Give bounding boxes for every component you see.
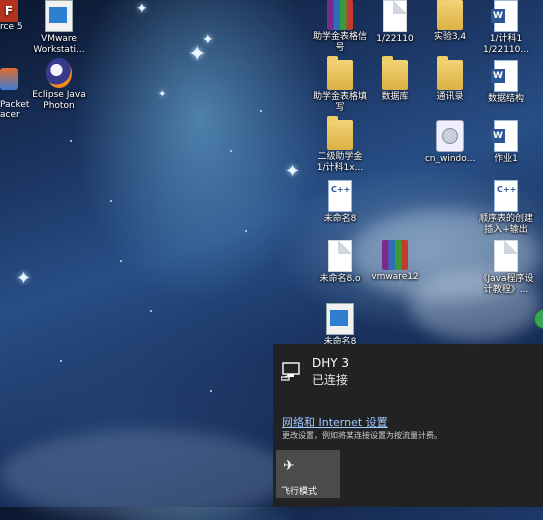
desktop-icon[interactable]: 通讯录 [419,56,481,103]
disc-image-icon [436,120,464,152]
desktop-icon-label: cn_windo... [424,154,476,164]
desktop-icon[interactable]: VMware Workstati... [28,0,90,56]
desktop-icon-label: 顺序表的创建 插入+输出 [478,214,533,235]
packet-tracer-icon [0,68,18,90]
file-icon [328,240,352,272]
eclipse-java-photon-icon [46,58,72,88]
desktop-icon-label: vmware12 [371,272,419,282]
desktop-icon[interactable]: 二级助学金 1/计科1x... [309,116,371,174]
desktop-icon[interactable]: C++ 顺序表的创建 插入+输出 [475,180,537,236]
star-decoration: ✦ [136,1,148,17]
desktop-icon[interactable]: 助学金表格信 号 [309,0,371,54]
star-decoration: ✦ [16,268,32,289]
star-decoration: ✦ [285,161,301,182]
desktop-icon-label: VMware Workstati... [33,34,85,55]
desktop-icon-label: 《Java程序设 计教程》... [478,274,534,295]
desktop-icon[interactable]: cn_windo... [419,120,481,165]
desktop-icon-label: 1/22110 [376,34,414,44]
word-document-icon: W [491,120,518,152]
desktop-icon-partial[interactable]: Packet acer [0,58,29,120]
star-decoration: ✦ [188,42,207,67]
desktop-icon[interactable]: C++ 未命名8 [309,180,371,225]
exe-icon [326,303,354,335]
network-flyout: DHY 3 已连接 网络和 Internet 设置 更改设置，例如将某连接设置为… [273,344,543,507]
folder-icon [437,56,463,90]
network-name: DHY 3 [312,356,350,370]
desktop-icon[interactable]: W 作业1 [475,120,537,165]
network-settings-link[interactable]: 网络和 Internet 设置 [282,414,388,430]
folder-icon [382,56,408,90]
network-entry[interactable]: DHY 3 已连接 [280,356,350,388]
star-decoration: ✦ [158,89,167,100]
desktop-icon[interactable]: vmware12 [364,240,426,283]
vmware-workstation-icon [45,0,73,32]
desktop-icon-label: 实验3,4 [433,32,467,42]
file-icon [494,240,518,272]
folder-icon [327,116,353,150]
cpp-source-icon: C++ [494,180,518,212]
desktop-icon-label: 1/计科1 1/22110... [483,34,529,55]
desktop-icon[interactable]: 助学金表格填 写 [309,56,371,114]
ethernet-icon [280,360,303,382]
desktop-icon-label: 二级助学金 1/计科1x... [316,152,364,173]
airplane-mode-label: 飞行模式 [281,487,318,497]
desktop-icon-label: 数据库 [381,92,409,102]
desktop-icon-label: 未命名8.o [319,274,361,284]
desktop-icon-label: rce 5 [0,22,23,32]
desktop-icon[interactable]: Eclipse Java Photon [28,58,90,112]
desktop-icon[interactable]: 1/22110 [364,0,426,45]
network-settings-description: 更改设置，例如将某连接设置为按流量计费。 [282,431,442,440]
folder-icon [327,56,353,90]
desktop-icon-label: 作业1 [494,154,518,164]
airplane-icon: ✈ [283,458,295,474]
desktop-icon[interactable]: 未命名8 [309,303,371,348]
desktop-icon-partial[interactable]: F rce 5 [0,0,23,32]
cpp-source-icon: C++ [328,180,352,212]
desktop-icon[interactable]: W 数据结构 [475,60,537,105]
desktop-icon-label: 助学金表格信 号 [312,32,367,53]
airplane-mode-toggle[interactable]: ✈ 飞行模式 [276,450,340,498]
network-status: 已连接 [312,373,349,387]
desktop-icon-label: 未命名8 [323,214,357,224]
rar-icon [327,0,353,30]
desktop-icon-label: Packet acer [0,100,30,120]
desktop-icon[interactable]: 《Java程序设 计教程》... [475,240,537,296]
file-icon [383,0,407,32]
word-document-icon: W [491,0,518,32]
desktop-icon[interactable]: 数据库 [364,56,426,103]
desktop-icon[interactable]: W 1/计科1 1/22110... [475,0,537,56]
desktop-icon[interactable]: 未命名8.o [309,240,371,285]
desktop-icon-label: 助学金表格填 写 [312,92,367,113]
desktop-icon-label: 数据结构 [487,94,524,104]
word-document-icon: W [491,60,518,92]
folder-icon [437,0,463,30]
desktop-icon-label: Eclipse Java Photon [32,90,86,111]
desktop-icon-label: 通讯录 [436,92,464,102]
desktop-icon[interactable]: 实验3,4 [419,0,481,43]
status-badge[interactable] [534,309,543,329]
star-decoration: ✦ [202,32,214,48]
app-icon: F [0,0,18,22]
rar-icon [382,240,408,270]
